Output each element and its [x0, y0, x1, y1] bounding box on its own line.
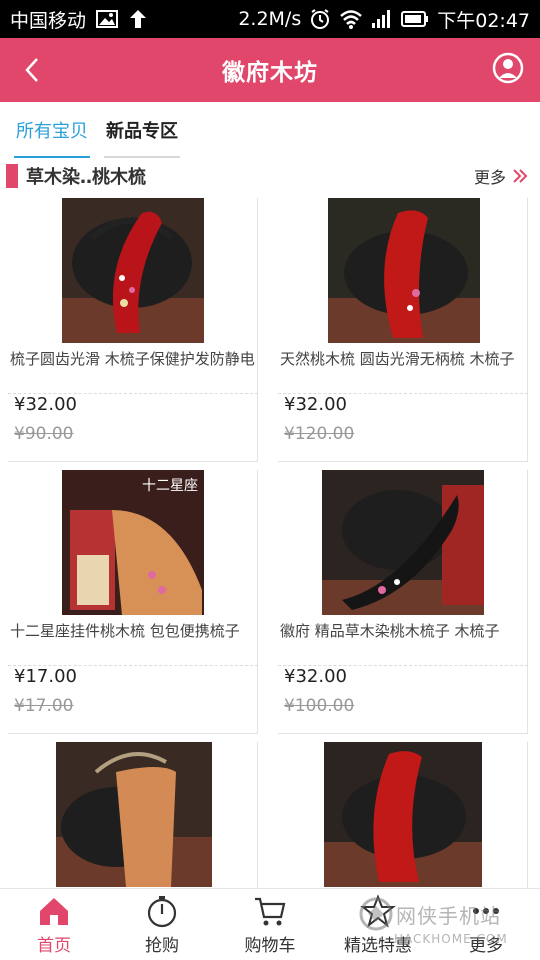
home-icon: [40, 898, 68, 925]
back-button[interactable]: [16, 54, 48, 86]
section-title: 草木染‥桃木梳: [26, 167, 147, 188]
wifi-icon: [339, 9, 363, 29]
product-card[interactable]: 十二星座 十二星座挂件桃木梳 包包便携梳子 ¥17.00 ¥17.00: [8, 470, 258, 734]
title-bar: 徽府木坊: [0, 38, 540, 102]
product-card[interactable]: 天然桃木梳 圆齿光滑无柄梳 木梳子 ¥32.00 ¥120.00: [278, 198, 528, 462]
battery-icon: [401, 10, 429, 28]
product-original-price: ¥90.00: [14, 424, 74, 444]
tab-all-items[interactable]: 所有宝贝: [14, 104, 90, 158]
product-card[interactable]: 徽府 精品草木染桃木梳子 木梳子 ¥32.00 ¥100.00: [278, 470, 528, 734]
product-image: [62, 198, 204, 343]
nav-home[interactable]: 首页: [0, 889, 108, 960]
more-icon: [473, 908, 499, 914]
cart-icon: [255, 897, 286, 926]
nav-label: 精选特惠: [344, 936, 412, 956]
network-speed: 2.2M/s: [238, 8, 302, 30]
product-original-price: ¥120.00: [284, 424, 355, 444]
product-price: ¥32.00: [284, 666, 347, 687]
double-chevron-right-icon: [513, 169, 528, 183]
product-card[interactable]: [278, 742, 528, 890]
section-header: 草木染‥桃木梳 更多: [0, 158, 540, 194]
product-image-label: 十二星座: [142, 478, 198, 494]
product-price: ¥17.00: [14, 666, 77, 687]
product-card[interactable]: [8, 742, 258, 890]
product-price: ¥32.00: [14, 394, 77, 415]
user-icon: [492, 52, 524, 84]
chevron-left-icon: [25, 58, 38, 82]
section-accent-bar: [6, 164, 18, 188]
image-icon: [96, 10, 119, 28]
product-image: [322, 470, 484, 615]
product-original-price: ¥17.00: [14, 696, 74, 716]
stopwatch-icon: [147, 896, 177, 928]
nav-featured[interactable]: 精选特惠: [324, 889, 432, 960]
product-name: 十二星座挂件桃木梳 包包便携梳子: [10, 622, 240, 640]
nav-cart[interactable]: 购物车: [216, 889, 324, 960]
user-profile-button[interactable]: [492, 52, 524, 84]
alarm-icon: [309, 8, 331, 30]
nav-label: 购物车: [244, 936, 296, 956]
product-name: 徽府 精品草木染桃木梳子 木梳子: [280, 622, 500, 640]
product-image: [56, 742, 212, 887]
product-price: ¥32.00: [284, 394, 347, 415]
product-image: 十二星座: [62, 470, 204, 615]
page-title: 徽府木坊: [222, 60, 318, 86]
product-grid: 梳子圆齿光滑 木梳子保健护发防静电 ¥32.00 ¥90.00 天然桃木梳 圆齿…: [0, 198, 540, 890]
tab-bar: 所有宝贝 新品专区: [0, 102, 540, 158]
nav-label: 抢购: [145, 936, 179, 956]
product-card[interactable]: 梳子圆齿光滑 木梳子保健护发防静电 ¥32.00 ¥90.00: [8, 198, 258, 462]
clock: 下午02:47: [437, 9, 530, 32]
upload-arrow-icon: [128, 8, 148, 30]
nav-more[interactable]: 更多: [432, 889, 540, 960]
product-name: 天然桃木梳 圆齿光滑无柄梳 木梳子: [280, 350, 515, 368]
status-bar: 中国移动 2.2M/s 下午02:47: [0, 0, 540, 38]
nav-flash-sale[interactable]: 抢购: [108, 889, 216, 960]
more-link[interactable]: 更多: [474, 164, 528, 188]
bottom-nav: 首页 抢购 购物车 精选特惠 更多: [0, 888, 540, 960]
tab-new-items[interactable]: 新品专区: [104, 104, 180, 158]
star-icon: [360, 894, 396, 928]
product-image: [328, 198, 480, 343]
signal-icon: [371, 9, 393, 29]
carrier-label: 中国移动: [10, 9, 87, 32]
more-label: 更多: [473, 168, 506, 187]
product-original-price: ¥100.00: [284, 696, 355, 716]
product-image: [324, 742, 482, 887]
nav-label: 更多: [469, 936, 503, 956]
nav-label: 首页: [37, 936, 71, 956]
product-name: 梳子圆齿光滑 木梳子保健护发防静电: [10, 350, 255, 368]
